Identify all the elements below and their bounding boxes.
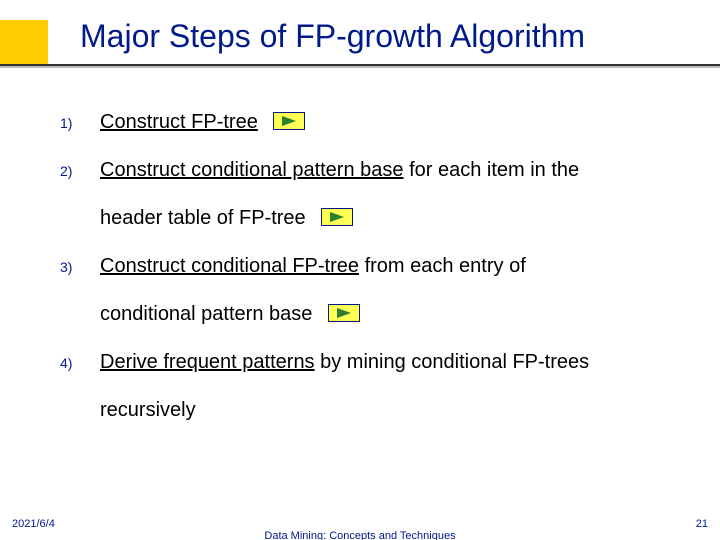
play-icon[interactable]	[328, 304, 360, 322]
list-text: recursively	[100, 388, 700, 432]
list-marker	[60, 218, 100, 224]
list-text: conditional pattern base	[100, 292, 700, 336]
footer-title: Data Mining: Concepts and Techniques	[0, 530, 720, 540]
list-marker: 1)	[60, 109, 100, 131]
list-text: header table of FP-tree	[100, 196, 700, 240]
underlined-term: Derive frequent patterns	[100, 351, 315, 373]
list-item-cont: header table of FP-tree	[60, 196, 700, 240]
list-marker: 2)	[60, 157, 100, 179]
text-cont: header table of FP-tree	[100, 207, 306, 229]
content-area: 1) Construct FP-tree 2) Construct condit…	[60, 100, 700, 436]
title-rule	[0, 64, 720, 66]
list-item: 2) Construct conditional pattern base fo…	[60, 148, 700, 192]
footer-date: 2021/6/4	[12, 518, 55, 530]
play-icon[interactable]	[273, 112, 305, 130]
underlined-term: Construct conditional FP-tree	[100, 255, 359, 277]
list-text: Construct FP-tree	[100, 100, 700, 144]
text-post: for each item in the	[404, 159, 580, 181]
list-item-cont: recursively	[60, 388, 700, 432]
list-marker: 4)	[60, 349, 100, 371]
underlined-term: Construct conditional pattern base	[100, 159, 404, 181]
list-item: 1) Construct FP-tree	[60, 100, 700, 144]
text-post: by mining conditional FP-trees	[315, 351, 590, 373]
text-cont: conditional pattern base	[100, 303, 312, 325]
list-item: 4) Derive frequent patterns by mining co…	[60, 340, 700, 384]
slide-title: Major Steps of FP-growth Algorithm	[80, 18, 585, 55]
list-text: Construct conditional pattern base for e…	[100, 148, 700, 192]
accent-block	[0, 20, 48, 64]
list-text: Construct conditional FP-tree from each …	[100, 244, 700, 288]
footer-page: 21	[696, 518, 708, 530]
list-marker	[60, 410, 100, 416]
underlined-term: Construct FP-tree	[100, 111, 258, 133]
list-item: 3) Construct conditional FP-tree from ea…	[60, 244, 700, 288]
list-text: Derive frequent patterns by mining condi…	[100, 340, 700, 384]
play-icon[interactable]	[321, 208, 353, 226]
text-post: from each entry of	[359, 255, 526, 277]
list-marker: 3)	[60, 253, 100, 275]
text-cont: recursively	[100, 399, 196, 421]
list-marker	[60, 314, 100, 320]
list-item-cont: conditional pattern base	[60, 292, 700, 336]
